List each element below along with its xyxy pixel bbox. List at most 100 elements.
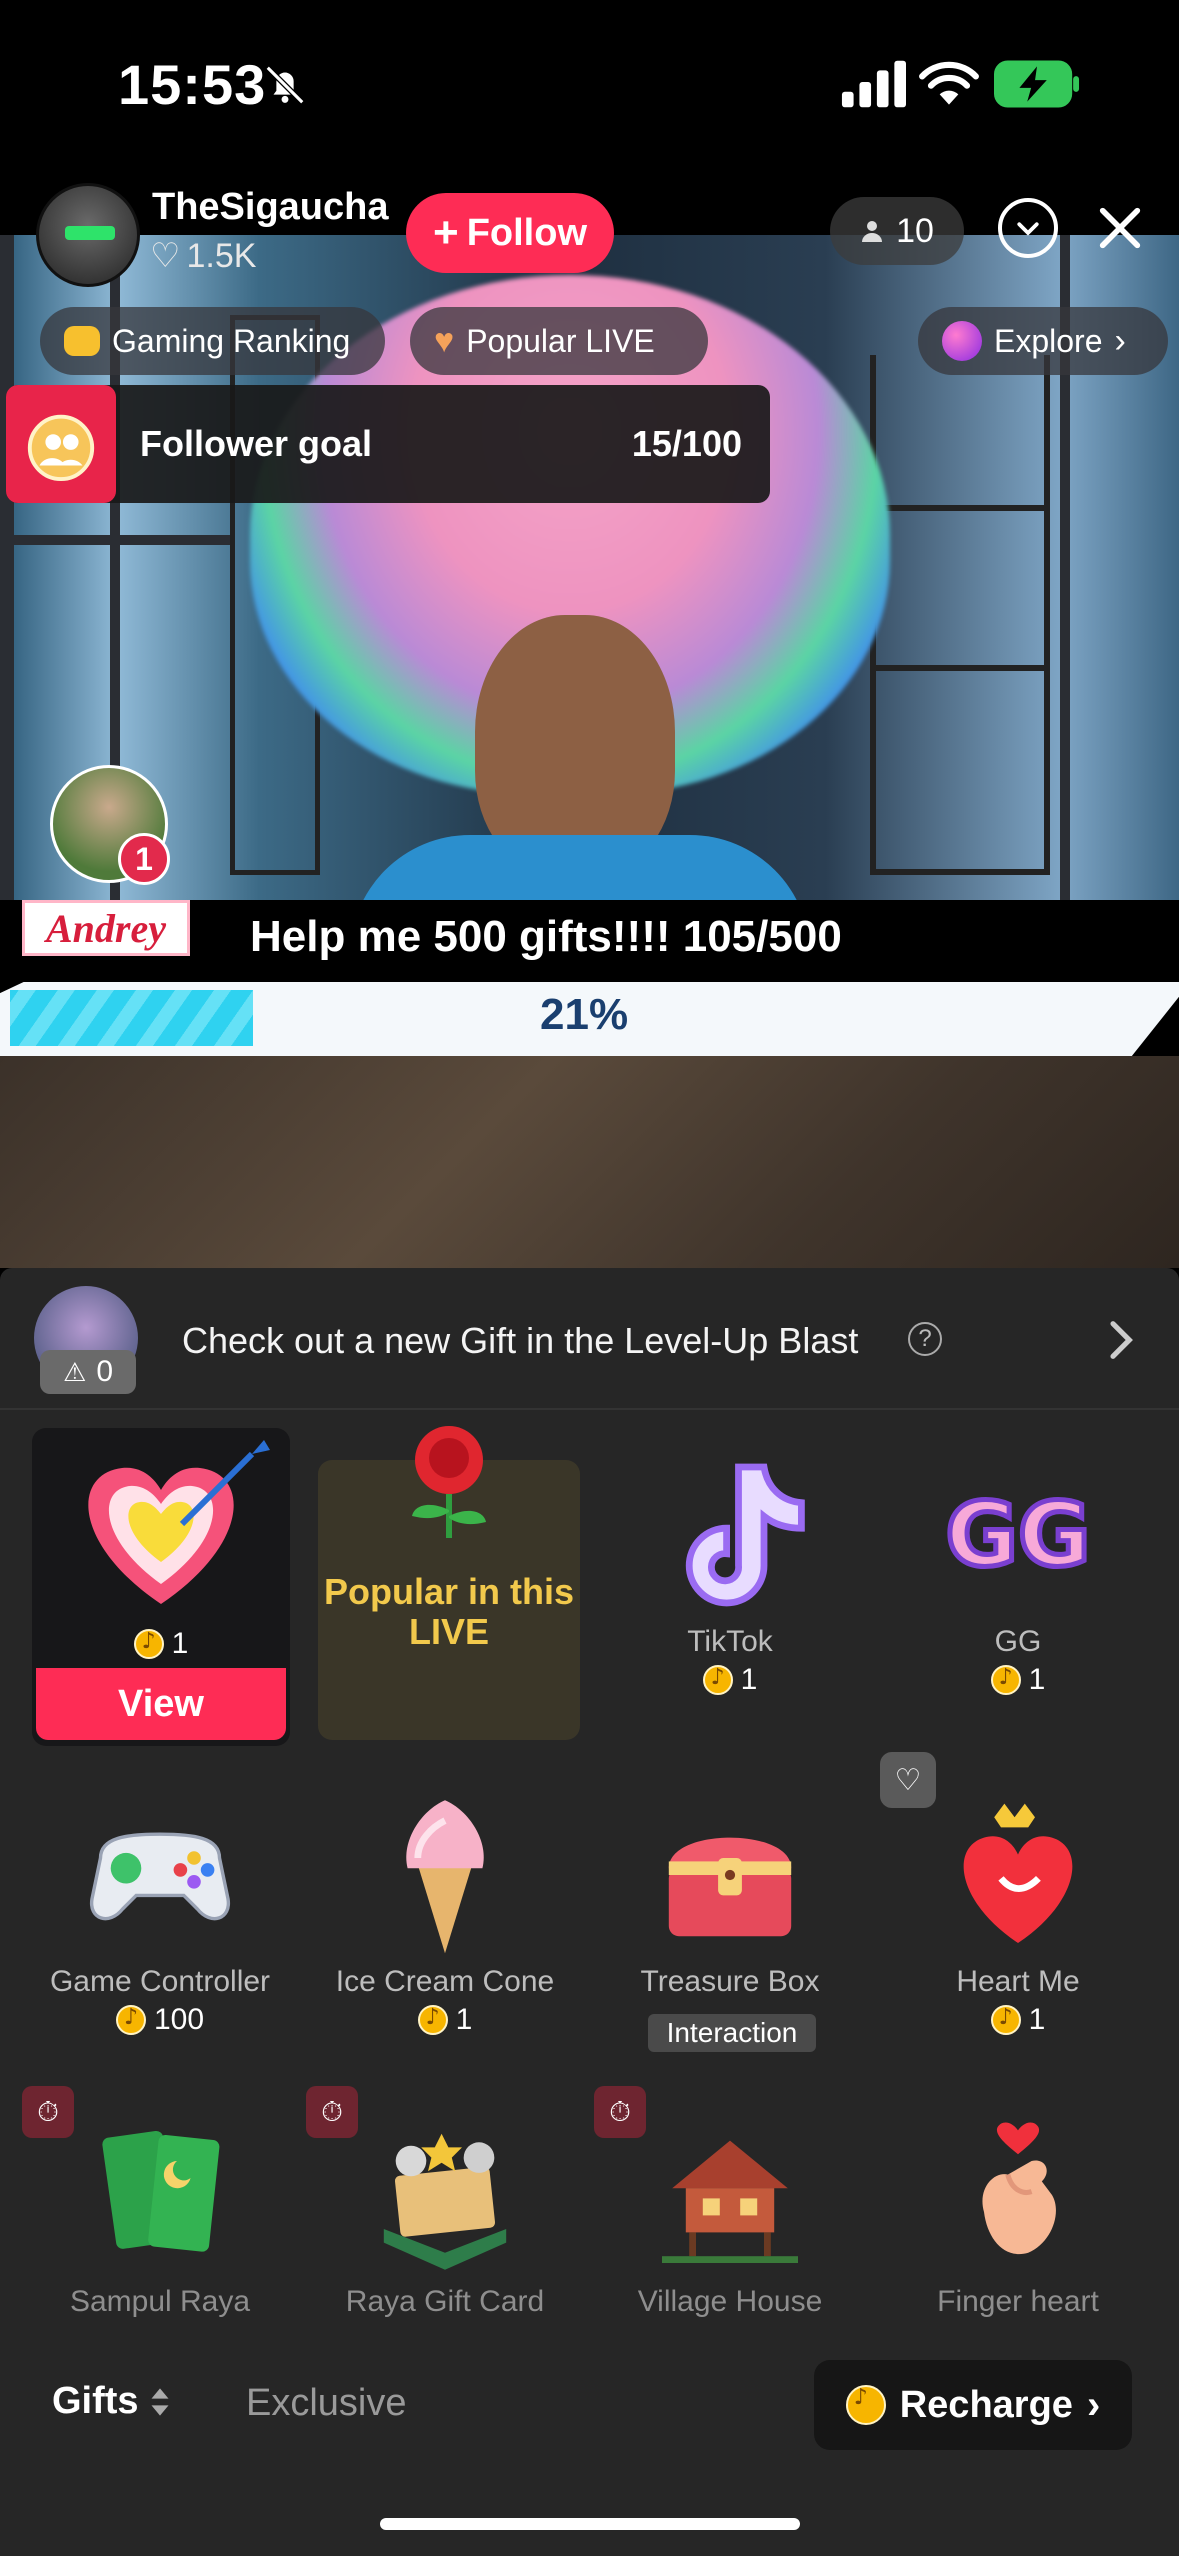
follow-button[interactable]: + Follow <box>406 193 614 273</box>
coin-icon <box>702 1665 733 1695</box>
close-button[interactable] <box>1090 198 1150 258</box>
gift-goal-percent: 21% <box>540 990 629 1039</box>
gift-name: GG <box>994 1625 1042 1658</box>
plus-icon: + <box>432 208 459 257</box>
gift-gg[interactable]: GG GG 1 <box>878 1450 1158 1700</box>
svg-text:GG: GG <box>945 1484 1090 1587</box>
medal-icon <box>27 414 95 482</box>
chevron-right-icon[interactable] <box>1092 1312 1148 1368</box>
gift-price: 1 <box>990 2003 1045 2037</box>
planet-icon <box>942 321 982 361</box>
rose-icon <box>412 1426 486 1538</box>
help-icon[interactable]: ? <box>908 1322 942 1356</box>
finger-heart-icon <box>982 2122 1056 2255</box>
gift-game-controller[interactable]: Game Controller 100 <box>20 1790 300 2040</box>
gift-raya-gift-card[interactable]: Raya Gift Card <box>305 2110 585 2319</box>
gg-icon: GG <box>943 1481 1093 1589</box>
coin-icon <box>115 2005 146 2035</box>
chevron-right-icon: › <box>1086 2382 1101 2427</box>
gift-goal-progress-fill <box>10 990 253 1046</box>
viewer-count[interactable]: 10 <box>830 197 964 265</box>
recharge-button[interactable]: Recharge › <box>814 2360 1132 2450</box>
gift-name: Finger heart <box>937 2285 1099 2318</box>
popular-in-live-label: Popular in this LIVE <box>323 1571 574 1652</box>
heart-arrow-icon <box>88 1440 270 1604</box>
exclusive-tab[interactable]: Exclusive <box>246 2382 407 2425</box>
follower-goal-label: Follower goal <box>140 423 373 464</box>
chevron-right-icon: › <box>1114 321 1126 360</box>
sort-arrows-icon <box>151 2387 169 2416</box>
gift-card-icon <box>383 2133 507 2270</box>
gift-price: 1 <box>417 2003 473 2037</box>
heart-me-icon <box>963 1803 1073 1943</box>
explore-pill[interactable]: Explore › <box>918 307 1168 375</box>
heart-icon: ♥ <box>434 321 455 360</box>
tiktok-note-icon <box>685 1463 805 1607</box>
gift-ice-cream-cone[interactable]: Ice Cream Cone 1 <box>305 1790 585 2040</box>
follower-goal-card[interactable]: Follower goal 15/100 <box>6 385 770 503</box>
host-name[interactable]: TheSigaucha <box>152 186 389 229</box>
gift-name: Raya Gift Card <box>345 2285 545 2318</box>
gift-goal-text: Help me 500 gifts!!!! 105/500 <box>250 912 842 961</box>
guest-badge: 1 <box>118 833 170 885</box>
guest-name-tag: Andrey <box>22 900 190 956</box>
green-envelope-icon <box>102 2130 220 2252</box>
dimmed-background[interactable] <box>0 1056 1179 1268</box>
gift-price-value: 1 <box>455 2003 473 2036</box>
ice-cream-icon <box>406 1800 484 1954</box>
village-house-icon <box>662 2140 798 2263</box>
gift-name: Heart Me <box>956 1965 1080 1998</box>
gamepad-icon <box>64 326 100 356</box>
gift-village-house[interactable]: Village House <box>590 2110 870 2319</box>
status-time: 15:53 <box>118 53 267 116</box>
minimize-button[interactable] <box>998 198 1058 258</box>
signal-icon <box>841 60 906 108</box>
treasure-box-icon <box>668 1837 792 1937</box>
gifts-tab[interactable]: Gifts <box>52 2380 171 2423</box>
gaming-ranking-pill[interactable]: Gaming Ranking <box>40 307 385 375</box>
chevron-down-icon <box>1017 222 1039 236</box>
coin-icon <box>990 1665 1021 1695</box>
gift-price: 1 <box>702 1663 758 1697</box>
gift-name: Sampul Raya <box>69 2285 251 2318</box>
gift-price-value: 1 <box>171 1627 189 1660</box>
follow-label: Follow <box>466 211 587 254</box>
gifts-tab-label: Gifts <box>52 2380 139 2422</box>
host-likes-count: 1.5K <box>186 236 257 275</box>
gift-sampul-raya[interactable]: Sampul Raya <box>20 2110 300 2319</box>
coin-icon <box>133 1629 164 1659</box>
gift-price-value: 1 <box>740 1663 758 1696</box>
host-avatar[interactable] <box>36 183 140 287</box>
gift-finger-heart[interactable]: Finger heart <box>878 2110 1158 2319</box>
game-controller-icon <box>90 1832 230 1921</box>
gift-price-value: 1 <box>1028 1663 1046 1696</box>
explore-label: Explore <box>994 322 1103 359</box>
host-likes: ♡ 1.5K <box>150 236 256 276</box>
blast-count-badge: ⚠ 0 <box>40 1350 136 1394</box>
popular-live-label: Popular LIVE <box>466 322 655 359</box>
gift-name: Treasure Box <box>640 1965 820 1998</box>
view-button[interactable]: View <box>36 1668 286 1740</box>
gift-treasure-box[interactable]: Treasure Box <box>590 1790 870 1999</box>
battery-charging-icon <box>994 60 1080 108</box>
gift-price: 1 <box>133 1627 189 1661</box>
wifi-icon <box>919 61 979 105</box>
gaming-ranking-label: Gaming Ranking <box>112 322 351 359</box>
gift-price: 1 <box>990 1663 1046 1697</box>
recharge-label: Recharge <box>899 2383 1073 2426</box>
gift-heart-me[interactable]: Heart Me 1 <box>878 1790 1158 2040</box>
gift-name: TikTok <box>687 1625 773 1658</box>
home-indicator[interactable] <box>380 2518 800 2530</box>
interaction-tag: Interaction <box>648 2014 816 2052</box>
viewer-count-value: 10 <box>896 211 934 250</box>
blast-message: Check out a new Gift in the Level-Up Bla… <box>182 1320 859 1361</box>
gift-name: Ice Cream Cone <box>335 1965 555 1998</box>
heart-icon: ♡ <box>150 237 181 275</box>
gift-price-value: 100 <box>153 2003 205 2036</box>
coin-icon <box>845 2385 886 2425</box>
popular-live-pill[interactable]: ♥ Popular LIVE <box>410 307 708 375</box>
close-icon <box>1099 207 1141 249</box>
coin-icon <box>990 2005 1021 2035</box>
gift-tiktok[interactable]: TikTok 1 <box>590 1450 870 1700</box>
gift-price: 100 <box>115 2003 205 2037</box>
